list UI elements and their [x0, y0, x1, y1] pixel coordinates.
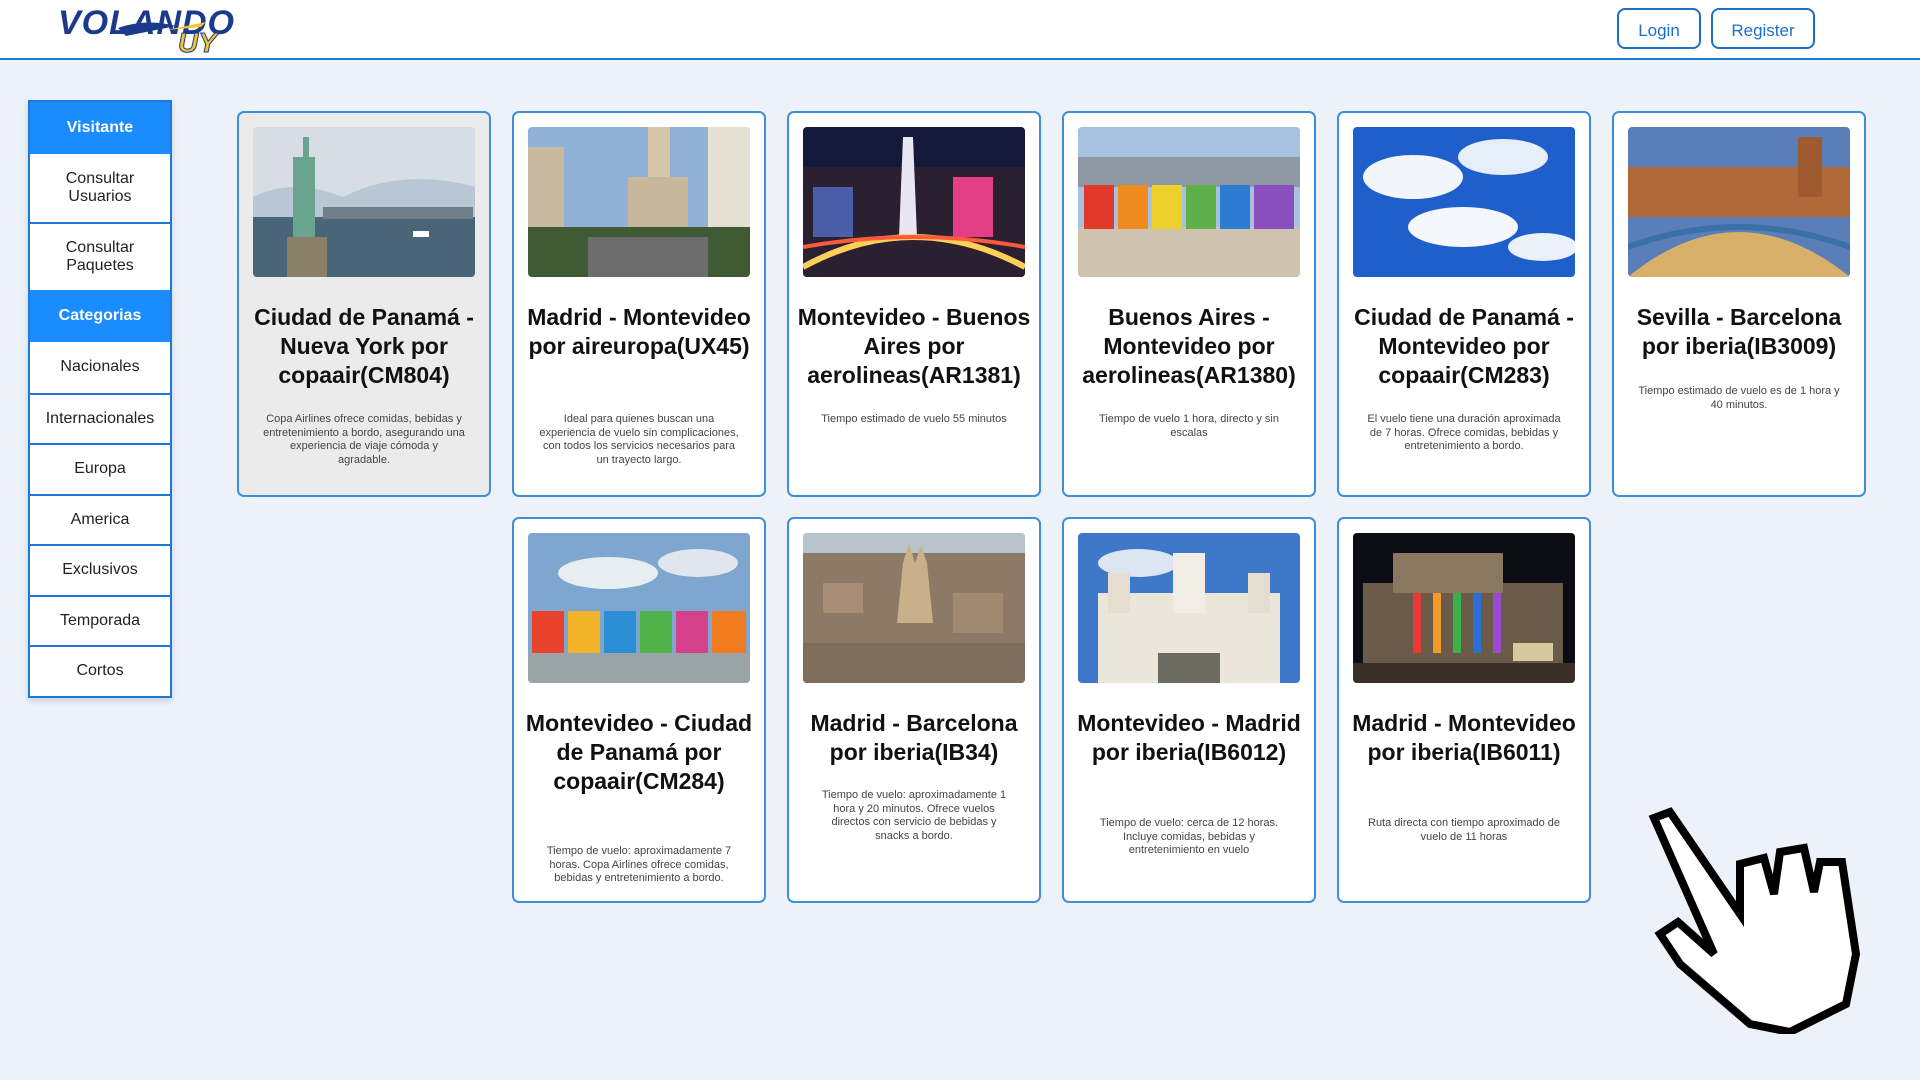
flight-description: Tiempo de vuelo: aproximadamente 7 horas… — [546, 845, 732, 884]
flight-title: Ciudad de Panamá - Montevideo por copaai… — [1354, 304, 1574, 388]
flight-description: Tiempo de vuelo: cerca de 12 horas. Incl… — [1099, 817, 1279, 856]
flight-title: Sevilla - Barcelona por iberia(IB3009) — [1636, 304, 1842, 359]
flight-description: Tiempo estimado de vuelo es de 1 hora y … — [1638, 385, 1840, 411]
flight-image-plaza-city-street — [528, 127, 750, 277]
flight-description: El vuelo tiene una duración aproximada d… — [1367, 413, 1561, 452]
flight-title: Montevideo - Buenos Aires por aerolineas… — [797, 304, 1031, 388]
flight-card[interactable]: Montevideo - Madrid por iberia(IB6012) T… — [1062, 517, 1316, 903]
flight-description: Tiempo de vuelo: aproximadamente 1 hora … — [821, 789, 1007, 842]
flight-description: Tiempo de vuelo 1 hora, directo y sin es… — [1099, 413, 1279, 439]
flight-description: Copa Airlines ofrece comidas, bebidas y … — [263, 413, 465, 466]
categories-heading: Categorias — [30, 290, 170, 342]
sidebar-item-consultar-paquetes[interactable]: Consultar Paquetes — [30, 222, 170, 290]
flight-description: Ideal para quienes buscan una experienci… — [539, 413, 739, 466]
sidebar-item-europa[interactable]: Europa — [30, 443, 170, 494]
sidebar-menu: Visitante Consultar Usuarios Consultar P… — [28, 100, 172, 698]
flight-image-statue-of-liberty — [253, 127, 475, 277]
flight-title: Ciudad de Panamá - Nueva York por copaai… — [254, 304, 474, 388]
sidebar-item-america[interactable]: America — [30, 493, 170, 545]
flight-image-blue-sky-clouds — [1353, 127, 1575, 277]
flight-title: Montevideo - Ciudad de Panamá por copaai… — [525, 710, 753, 794]
sidebar-item-consultar-usuarios[interactable]: Consultar Usuarios — [30, 154, 170, 222]
flight-title: Madrid - Montevideo por iberia(IB6011) — [1352, 710, 1576, 765]
flight-card[interactable]: Ciudad de Panamá - Montevideo por copaai… — [1337, 111, 1591, 497]
flight-image-obelisco-night — [803, 127, 1025, 277]
flight-card[interactable]: Buenos Aires - Montevideo por aerolineas… — [1062, 111, 1316, 497]
flight-card[interactable]: Madrid - Montevideo por iberia(IB6011) R… — [1337, 517, 1591, 903]
flight-card[interactable]: Madrid - Barcelona por iberia(IB34) Tiem… — [787, 517, 1041, 903]
flight-image-palacio-cibeles — [1078, 533, 1300, 683]
register-button[interactable]: Register — [1711, 8, 1815, 49]
flight-card[interactable]: Montevideo - Buenos Aires por aerolineas… — [787, 111, 1041, 497]
flight-card[interactable]: Ciudad de Panamá - Nueva York por copaai… — [237, 111, 491, 497]
flight-title: Madrid - Montevideo por aireuropa(UX45) — [527, 304, 751, 359]
login-button[interactable]: Login — [1617, 8, 1701, 49]
flight-title: Buenos Aires - Montevideo por aerolineas… — [1082, 304, 1296, 388]
flight-card[interactable]: Sevilla - Barcelona por iberia(IB3009) T… — [1612, 111, 1866, 497]
flight-title: Madrid - Barcelona por iberia(IB34) — [810, 710, 1018, 765]
flight-image-montevideo-letters — [1078, 127, 1300, 277]
flight-image-panama-letters — [528, 533, 750, 683]
sidebar-item-internacionales[interactable]: Internacionales — [30, 392, 170, 444]
volando-uy-logo[interactable]: VOLANDO UY — [56, 0, 256, 56]
flight-card[interactable]: Montevideo - Ciudad de Panamá por copaai… — [512, 517, 766, 903]
top-navbar: VOLANDO UY Login Register — [0, 0, 1920, 60]
flight-image-teatro-solis-night — [1353, 533, 1575, 683]
flight-card[interactable]: Madrid - Montevideo por aireuropa(UX45) … — [512, 111, 766, 497]
sidebar-item-nacionales[interactable]: Nacionales — [30, 342, 170, 393]
sidebar-item-temporada[interactable]: Temporada — [30, 594, 170, 646]
flight-description: Ruta directa con tiempo aproximado de vu… — [1368, 817, 1560, 843]
sidebar-item-exclusivos[interactable]: Exclusivos — [30, 544, 170, 595]
sidebar-item-cortos[interactable]: Cortos — [30, 645, 170, 696]
flight-description: Tiempo estimado de vuelo 55 minutos — [821, 413, 1007, 425]
flight-image-barcelona-aerial — [803, 533, 1025, 683]
flight-image-plaza-de-espana — [1628, 127, 1850, 277]
hand-pointer-cursor-icon — [1648, 807, 1860, 1034]
svg-text:UY: UY — [178, 27, 219, 56]
flight-title: Montevideo - Madrid por iberia(IB6012) — [1077, 710, 1301, 765]
visitor-heading: Visitante — [30, 102, 170, 154]
